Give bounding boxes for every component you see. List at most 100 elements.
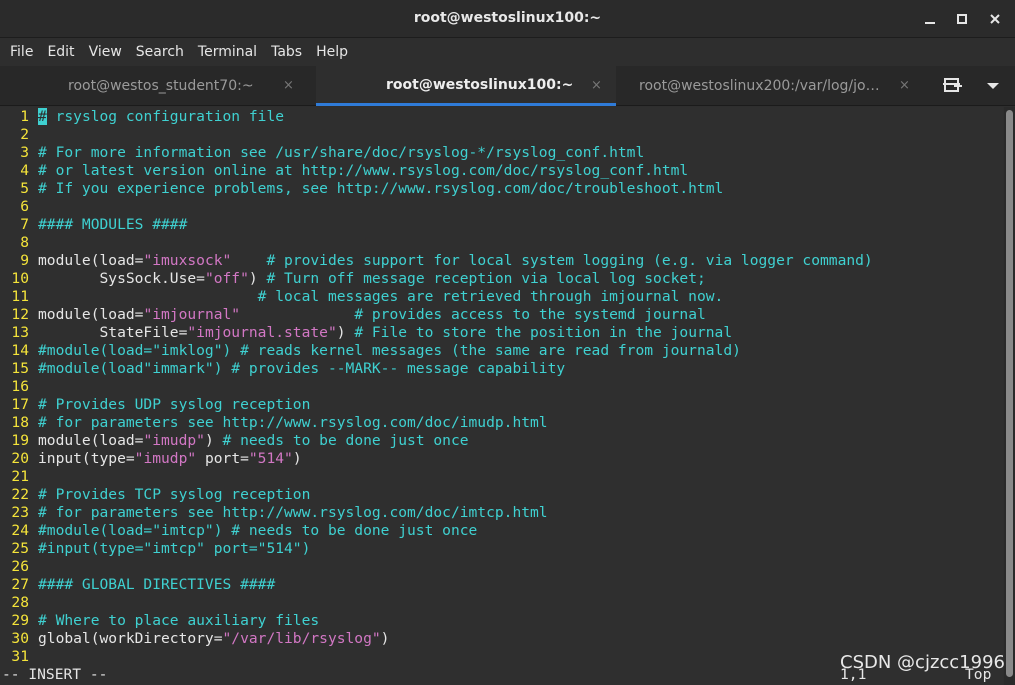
code-comment: # If you experience problems, see http:/… xyxy=(38,180,724,197)
line-number: 25 xyxy=(11,540,29,557)
editor-line: 30 global(workDirectory="/var/lib/rsyslog… xyxy=(0,630,389,648)
line-number: 23 xyxy=(11,504,29,521)
code-comment: # or latest version online at http://www… xyxy=(38,162,689,179)
line-number: 11 xyxy=(11,288,29,305)
code-comment: #### MODULES #### xyxy=(38,216,188,233)
editor-line: 23 # for parameters see http://www.rsyslo… xyxy=(0,504,548,522)
line-number: 14 xyxy=(11,342,29,359)
tab-linux200[interactable]: root@westoslinux200:/var/log/jour... × xyxy=(616,66,926,106)
tab-student70[interactable]: root@westos_student70:~ × xyxy=(0,66,316,106)
minimize-icon xyxy=(925,22,935,24)
line-number: 17 xyxy=(11,396,29,413)
editor-line: 27 #### GLOBAL DIRECTIVES #### xyxy=(0,576,275,594)
code-text: ) xyxy=(204,432,223,449)
line-number: 10 xyxy=(11,270,29,287)
editor-line: 10 SysSock.Use="off") # Turn off message… xyxy=(0,270,705,288)
code-text: global(workDirectory= xyxy=(38,630,223,647)
tab-close-icon[interactable]: × xyxy=(283,78,294,93)
tab-label: root@westoslinux100:~ xyxy=(386,76,574,93)
menu-terminal[interactable]: Terminal xyxy=(193,44,262,60)
editor-line: 13 StateFile="imjournal.state") # File t… xyxy=(0,324,732,342)
code-text: input(type= xyxy=(38,450,135,467)
menu-view[interactable]: View xyxy=(84,44,127,60)
code-comment: # needs to be done just once xyxy=(222,432,469,449)
line-number: 18 xyxy=(11,414,29,431)
line-number: 30 xyxy=(11,630,29,647)
line-number: 29 xyxy=(11,612,29,629)
editor-line: 31 xyxy=(0,648,38,666)
maximize-button[interactable] xyxy=(952,9,972,29)
scrollbar-thumb[interactable] xyxy=(1006,110,1013,677)
line-number: 22 xyxy=(11,486,29,503)
code-text: module(load= xyxy=(38,306,144,323)
code-comment: # Provides TCP syslog reception xyxy=(38,486,311,503)
editor-line: 29 # Where to place auxiliary files xyxy=(0,612,319,630)
tab-close-icon[interactable]: × xyxy=(591,78,602,93)
menu-edit[interactable]: Edit xyxy=(42,44,79,60)
editor-line: 11 # local messages are retrieved throug… xyxy=(0,288,723,306)
code-text: port= xyxy=(196,450,249,467)
close-button[interactable] xyxy=(985,9,1005,29)
code-comment: # rsyslog configuration file xyxy=(38,108,285,125)
window-titlebar: root@westoslinux100:~ xyxy=(0,0,1015,38)
line-number: 3 xyxy=(20,144,29,161)
line-number: 4 xyxy=(20,162,29,179)
code-comment: # Provides UDP syslog reception xyxy=(38,396,311,413)
menu-tabs[interactable]: Tabs xyxy=(266,44,307,60)
editor-line: 28 xyxy=(0,594,38,612)
code-comment: #module(load="imklog") # reads kernel me… xyxy=(38,342,741,359)
editor-line: 8 xyxy=(0,234,38,252)
code-comment: #### GLOBAL DIRECTIVES #### xyxy=(38,576,276,593)
code-text: StateFile= xyxy=(38,324,188,341)
code-string: "imjournal.state" xyxy=(187,324,337,341)
new-tab-icon[interactable] xyxy=(942,76,964,96)
editor-line: 17 # Provides UDP syslog reception xyxy=(0,396,310,414)
line-number: 2 xyxy=(20,126,29,143)
line-number: 5 xyxy=(20,180,29,197)
editor-line: 1 # rsyslog configuration file xyxy=(0,108,284,126)
editor-line: 5 # If you experience problems, see http:… xyxy=(0,180,723,198)
code-comment: # for parameters see http://www.rsyslog.… xyxy=(38,414,548,431)
code-comment: # For more information see /usr/share/do… xyxy=(38,144,645,161)
tab-close-icon[interactable]: × xyxy=(899,78,910,93)
code-comment: # for parameters see http://www.rsyslog.… xyxy=(38,504,548,521)
menu-file[interactable]: File xyxy=(5,44,38,60)
code-comment: # File to store the position in the jour… xyxy=(354,324,733,341)
code-text: SysSock.Use= xyxy=(38,270,205,287)
line-number: 1 xyxy=(20,108,29,125)
editor-line: 20 input(type="imudp" port="514") xyxy=(0,450,301,468)
editor-line: 21 xyxy=(0,468,38,486)
editor-line: 7 #### MODULES #### xyxy=(0,216,187,234)
minimize-button[interactable] xyxy=(920,9,940,29)
code-comment: # local messages are retrieved through i… xyxy=(257,288,724,305)
code-comment: # Where to place auxiliary files xyxy=(38,612,320,629)
close-icon xyxy=(990,14,1000,24)
code-string: "off" xyxy=(204,270,249,287)
code-text: ) xyxy=(248,270,267,287)
terminal-content[interactable]: 1 # rsyslog configuration file 2 3 # For mor… xyxy=(0,107,1003,685)
watermark: CSDN @cjzcc1996 xyxy=(840,652,1005,673)
editor-line: 9 module(load="imuxsock" # provides suppo… xyxy=(0,252,873,270)
editor-line: 4 # or latest version online at http://ww… xyxy=(0,162,688,180)
code-text: module(load= xyxy=(38,252,144,269)
editor-line: 15 #module(load"immark") # provides --MAR… xyxy=(0,360,565,378)
window-title: root@westoslinux100:~ xyxy=(413,10,602,26)
menu-search[interactable]: Search xyxy=(131,44,189,60)
code-string: "/var/lib/rsyslog" xyxy=(222,630,381,647)
editor-line: 18 # for parameters see http://www.rsyslo… xyxy=(0,414,548,432)
editor-line: 25 #input(type="imtcp" port="514") xyxy=(0,540,310,558)
line-number: 20 xyxy=(11,450,29,467)
code-string: "imudp" xyxy=(134,450,197,467)
line-number: 27 xyxy=(11,576,29,593)
editor-line: 2 xyxy=(0,126,38,144)
menu-help[interactable]: Help xyxy=(311,44,353,60)
editor-line: 26 xyxy=(0,558,38,576)
scrollbar[interactable] xyxy=(1004,107,1015,685)
chevron-down-icon[interactable] xyxy=(985,80,1001,92)
tab-linux100[interactable]: root@westoslinux100:~ × xyxy=(316,66,616,106)
line-number: 28 xyxy=(11,594,29,611)
line-number: 7 xyxy=(20,216,29,233)
code-comment: # provides access to the systemd journal xyxy=(354,306,706,323)
